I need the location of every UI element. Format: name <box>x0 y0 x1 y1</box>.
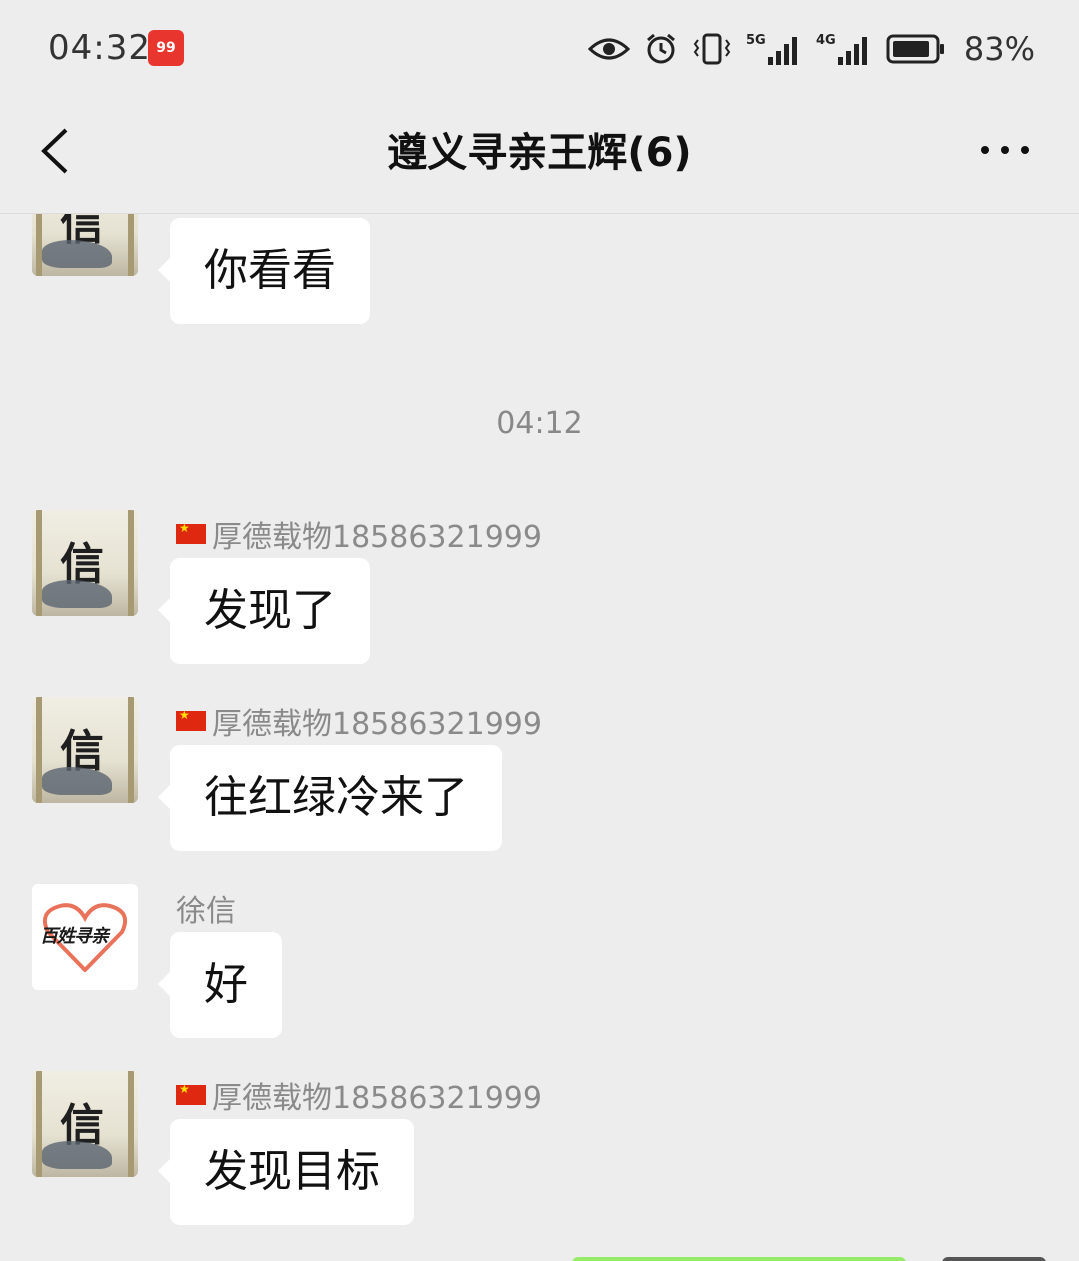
more-options-icon[interactable] <box>979 140 1031 160</box>
battery-percent: 83% <box>963 30 1035 68</box>
svg-text:5G: 5G <box>746 33 766 48</box>
outgoing-message-bubble[interactable] <box>572 1257 906 1261</box>
sender-label: 厚德载物18586321999 <box>212 707 542 742</box>
avatar[interactable]: 信 <box>32 697 138 803</box>
chat-messages[interactable]: 信 你看看 04:12 信 厚德载物18586321999 发现了 信 厚德载物… <box>0 214 1079 1261</box>
china-flag-icon <box>176 708 206 731</box>
sender-label: 厚德载物18586321999 <box>212 520 542 555</box>
china-flag-icon <box>176 1082 206 1105</box>
status-time: 04:32 <box>48 28 151 68</box>
message-bubble[interactable]: 发现目标 <box>158 1119 414 1225</box>
sender-name: 厚德载物18586321999 <box>176 1073 542 1117</box>
self-avatar[interactable] <box>942 1257 1046 1261</box>
nav-bar: 遵义寻亲王辉(6) <box>0 100 1079 214</box>
china-flag-icon <box>176 521 206 544</box>
message-bubble[interactable]: 发现了 <box>158 558 370 664</box>
avatar[interactable]: 信 <box>32 214 138 276</box>
alarm-icon <box>646 33 675 64</box>
sender-name: 厚德载物18586321999 <box>176 512 542 556</box>
vibrate-icon <box>693 33 731 65</box>
eye-icon <box>587 38 630 60</box>
sender-label: 厚德载物18586321999 <box>212 1081 542 1116</box>
battery-icon <box>886 34 944 64</box>
message-bubble[interactable]: 往红绿冷来了 <box>158 745 502 851</box>
app-badge-icon: 99 <box>148 30 184 66</box>
signal-4g-icon: 4G <box>816 33 867 65</box>
chat-title: 遵义寻亲王辉(6) <box>387 130 692 176</box>
avatar-logo-text: 百姓寻亲 <box>40 926 109 947</box>
status-icons: 5G 4G 83% <box>587 26 1035 72</box>
signal-5g-icon: 5G <box>746 33 797 65</box>
message-timestamp: 04:12 <box>496 406 583 441</box>
message-bubble[interactable]: 好 <box>158 932 282 1038</box>
avatar[interactable]: 信 <box>32 510 138 616</box>
sender-name: 厚德载物18586321999 <box>176 699 542 743</box>
message-bubble[interactable]: 你看看 <box>158 218 370 324</box>
sender-label: 徐信 <box>176 894 236 929</box>
avatar[interactable]: 信 <box>32 1071 138 1177</box>
avatar[interactable]: 百姓寻亲 <box>32 884 138 990</box>
sender-name: 徐信 <box>176 886 236 930</box>
status-bar: 04:32 99 5G 4G 83% <box>0 0 1079 100</box>
svg-text:4G: 4G <box>816 33 836 48</box>
